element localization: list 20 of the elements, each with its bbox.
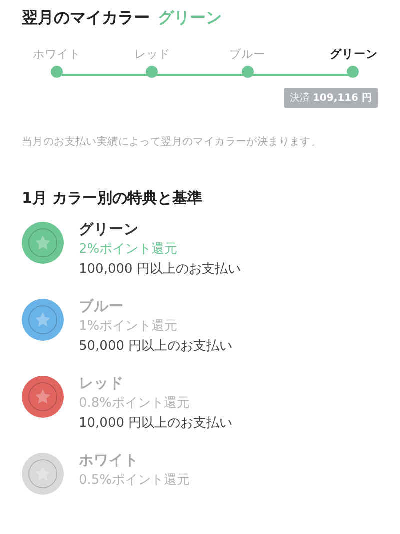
step-label: レッド xyxy=(134,47,170,63)
requirement-text: 10,000 円以上のお支払い xyxy=(79,415,233,433)
tier-name: ホワイト xyxy=(79,452,140,471)
reward-text: 1%ポイント還元 xyxy=(79,318,179,336)
tier-name: ブルー xyxy=(79,298,125,317)
note-text: 当月のお支払い実績によって翌月のマイカラーが決まります。 xyxy=(22,135,323,149)
reward-text: 2%ポイント還元 xyxy=(79,241,179,259)
tier-name: グリーン xyxy=(79,221,140,240)
reward-text: 0.8%ポイント還元 xyxy=(79,395,192,413)
requirement-text: 100,000 円以上のお支払い xyxy=(79,261,241,279)
reward-text: 0.5%ポイント還元 xyxy=(79,472,190,490)
current-color: グリーン xyxy=(158,8,222,29)
step-label: ホワイト xyxy=(33,47,81,63)
requirement-text: 50,000 円以上のお支払い xyxy=(79,338,233,356)
payment-tooltip: 決済 109,116 円 xyxy=(284,88,378,108)
section-heading: 1月 カラー別の特典と基準 xyxy=(22,189,204,208)
step-label: ブルー xyxy=(230,47,266,63)
step-label: グリーン xyxy=(330,47,378,63)
section-title: 翌月のマイカラー xyxy=(22,8,150,29)
tier-name: レッド xyxy=(79,375,125,394)
